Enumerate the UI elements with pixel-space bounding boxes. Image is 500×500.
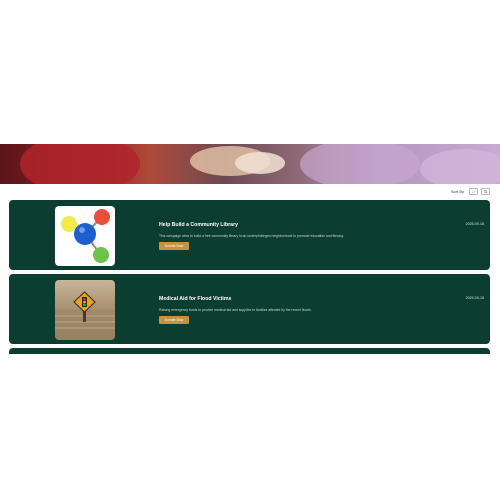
sort-order-button[interactable]: ↓↑ xyxy=(469,188,478,195)
flood-road-sign-icon xyxy=(55,291,115,340)
donate-now-button[interactable]: Donate Now xyxy=(159,242,189,250)
campaign-thumbnail xyxy=(55,206,115,266)
donate-now-button[interactable]: Donate Now xyxy=(159,316,189,324)
filter-icon: ⇅ xyxy=(483,189,488,194)
campaign-date: 2025-09-18 xyxy=(465,222,484,226)
campaign-card[interactable]: Medical Aid for Flood Victims Raising em… xyxy=(9,274,490,344)
campaign-card[interactable] xyxy=(9,348,490,354)
campaign-title: Medical Aid for Flood Victims xyxy=(159,296,232,302)
sort-bar: Sort By ↓↑ ⇅ xyxy=(451,188,490,195)
campaign-thumbnail xyxy=(55,280,115,340)
campaign-description: Raising emergency funds to provide medic… xyxy=(159,308,312,312)
molecule-icon xyxy=(61,209,110,263)
page: Sort By ↓↑ ⇅ Help Build a Community Libr… xyxy=(0,0,500,500)
campaign-title: Help Build a Community Library xyxy=(159,222,238,228)
hero-banner-image xyxy=(0,144,500,184)
sort-arrows-icon: ↓↑ xyxy=(471,189,476,194)
sort-filter-button[interactable]: ⇅ xyxy=(481,188,490,195)
campaign-card[interactable]: Help Build a Community Library This camp… xyxy=(9,200,490,270)
sort-label: Sort By xyxy=(450,189,464,194)
campaign-date: 2025-09-15 xyxy=(465,296,484,300)
campaign-description: This campaign aims to build a free commu… xyxy=(159,234,345,238)
